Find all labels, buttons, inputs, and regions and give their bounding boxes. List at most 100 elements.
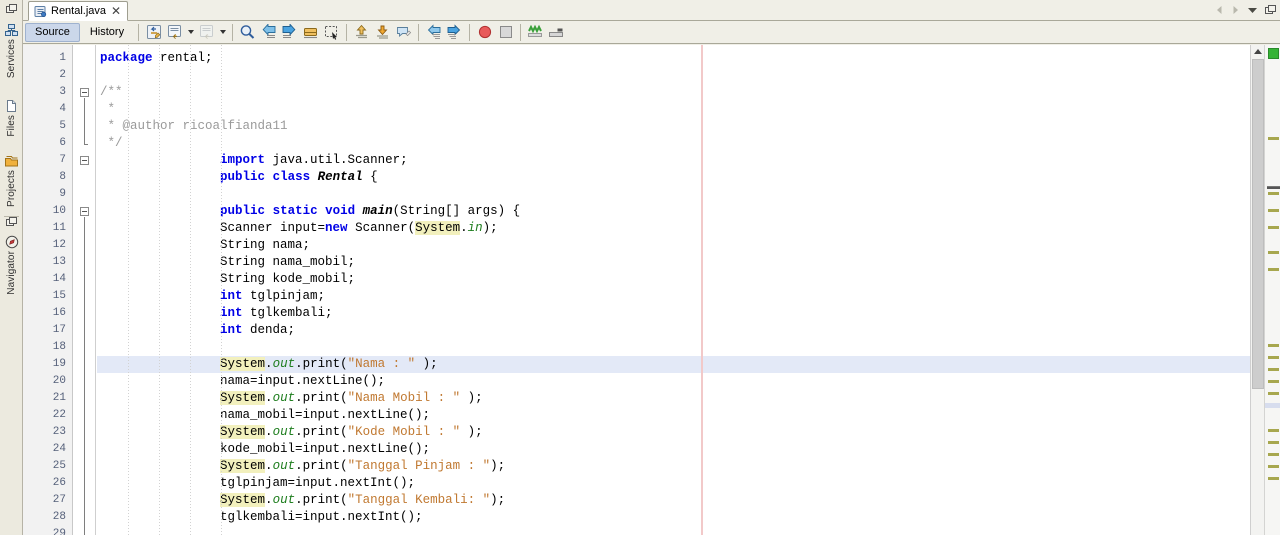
document-area: Rental.java ✕ Source History 1 2 3 4 5 6… [23,0,1280,535]
sidebar-item-label: Files [6,115,17,137]
code-line[interactable]: public static void main(String[] args) { [97,203,1256,220]
occurrence-mark[interactable] [1268,380,1279,383]
previous-error-button[interactable] [423,22,444,42]
code-line[interactable] [97,526,1256,535]
toggle-bookmark-button[interactable] [300,22,321,42]
code-line[interactable]: import java.util.Scanner; [97,152,1256,169]
code-line[interactable]: nama=input.nextLine(); [97,373,1256,390]
code-line[interactable]: System.out.print("Kode Mobil : " ); [97,424,1256,441]
line-number: 26 [52,477,66,489]
line-number: 22 [52,409,66,421]
fold-toggle-icon[interactable] [80,207,89,216]
sidebar-item-projects[interactable]: Projects [0,152,23,212]
occurrence-mark[interactable] [1268,453,1279,456]
previous-bookmark-button[interactable] [258,22,279,42]
toggle-breakpoint-button[interactable] [474,22,495,42]
line-number: 8 [59,171,66,183]
code-line[interactable]: int tglkembali; [97,305,1256,322]
format-button[interactable] [546,22,567,42]
line-number-gutter: 1 2 3 4 5 6 7 8 9 10 11 12 13 14 15 16 17 18 19 20 21 22 23 24 2… [23,45,73,535]
window-icon[interactable] [0,3,23,16]
error-stripe[interactable] [1264,45,1280,535]
occurrence-mark[interactable] [1268,356,1279,359]
code-line[interactable]: String nama; [97,237,1256,254]
next-bookmark-button[interactable] [279,22,300,42]
code-line[interactable]: */ [97,135,1256,152]
occurrence-mark[interactable] [1268,226,1279,229]
code-line[interactable]: System.out.print("Tanggal Pinjam : "); [97,458,1256,475]
window-icon[interactable] [0,216,23,229]
code-line[interactable]: nama_mobil=input.nextLine(); [97,407,1256,424]
occurrence-mark[interactable] [1268,477,1279,480]
line-number: 28 [52,511,66,523]
scroll-left-button[interactable] [1215,5,1224,18]
sidebar-item-services[interactable]: Services [0,21,23,83]
code-line[interactable]: String kode_mobil; [97,271,1256,288]
forward-button[interactable] [196,22,217,42]
occurrence-mark[interactable] [1268,137,1279,140]
occurrence-mark[interactable] [1268,344,1279,347]
find-selection-button[interactable] [237,22,258,42]
close-icon[interactable]: ✕ [110,5,122,17]
editor-vertical-scrollbar[interactable] [1250,45,1264,535]
scrollbar-thumb[interactable] [1252,59,1264,389]
occurrence-mark[interactable] [1268,209,1279,212]
restore-window-button[interactable] [1265,4,1277,19]
shift-line-up-button[interactable] [351,22,372,42]
code-text-area[interactable]: package rental; /** * * @author ricoalfia… [97,45,1256,535]
code-line[interactable] [97,339,1256,356]
code-line[interactable] [97,67,1256,84]
code-line[interactable]: package rental; [97,50,1256,67]
occurrence-mark[interactable] [1268,392,1279,395]
toolbar-divider [138,23,140,41]
tab-source[interactable]: Source [25,22,80,42]
code-line[interactable]: public class Rental { [97,169,1256,186]
code-line[interactable]: /** [97,84,1256,101]
fold-toggle-icon[interactable] [80,88,89,97]
occurrence-mark[interactable] [1268,192,1279,195]
sidebar-item-label: Services [6,39,17,79]
occurrence-mark[interactable] [1268,368,1279,371]
next-error-button[interactable] [444,22,465,42]
code-line[interactable]: Scanner input=new Scanner(System.in); [97,220,1256,237]
editor-tab-rental-java[interactable]: Rental.java ✕ [28,1,129,21]
sidebar-item-files[interactable]: Files [0,96,23,142]
code-line[interactable]: int tglpinjam; [97,288,1256,305]
occurrence-mark[interactable] [1268,429,1279,432]
inspect-button[interactable] [525,22,546,42]
occurrence-mark[interactable] [1268,441,1279,444]
comment-button[interactable] [393,22,414,42]
tab-history[interactable]: History [80,23,134,42]
code-line[interactable]: System.out.print("Nama Mobil : " ); [97,390,1256,407]
code-line[interactable]: tglkembali=input.nextInt(); [97,509,1256,526]
shift-line-down-button[interactable] [372,22,393,42]
back-button[interactable] [164,22,185,42]
indent-guide [128,45,129,535]
back-dropdown[interactable] [185,22,196,42]
files-icon [5,99,18,113]
fold-toggle-icon[interactable] [80,156,89,165]
code-line[interactable]: * @author ricoalfianda11 [97,118,1256,135]
code-fold-gutter[interactable] [74,45,96,535]
occurrence-mark[interactable] [1268,251,1279,254]
show-opened-documents-button[interactable] [1247,5,1258,18]
code-line[interactable]: String nama_mobil; [97,254,1256,271]
code-line[interactable]: tglpinjam=input.nextInt(); [97,475,1256,492]
toggle-rectangular-selection-button[interactable] [321,22,342,42]
scroll-up-button[interactable] [1251,45,1265,58]
code-line[interactable]: * [97,101,1256,118]
scroll-right-button[interactable] [1231,5,1240,18]
occurrence-mark[interactable] [1268,465,1279,468]
code-line[interactable] [97,186,1256,203]
occurrence-mark[interactable] [1268,268,1279,271]
forward-dropdown[interactable] [217,22,228,42]
last-edit-button[interactable] [143,22,164,42]
sidebar-item-navigator[interactable]: Navigator [0,232,23,300]
code-line[interactable]: System.out.print("Nama : " ); [97,356,1256,373]
code-line[interactable]: kode_mobil=input.nextLine(); [97,441,1256,458]
code-line[interactable]: System.out.print("Tanggal Kembali: "); [97,492,1256,509]
stop-button[interactable] [495,22,516,42]
line-number: 17 [52,324,66,336]
code-editor[interactable]: 1 2 3 4 5 6 7 8 9 10 11 12 13 14 15 16 17 18 19 20 21 22 23 24 2… [23,45,1280,535]
code-line[interactable]: int denda; [97,322,1256,339]
